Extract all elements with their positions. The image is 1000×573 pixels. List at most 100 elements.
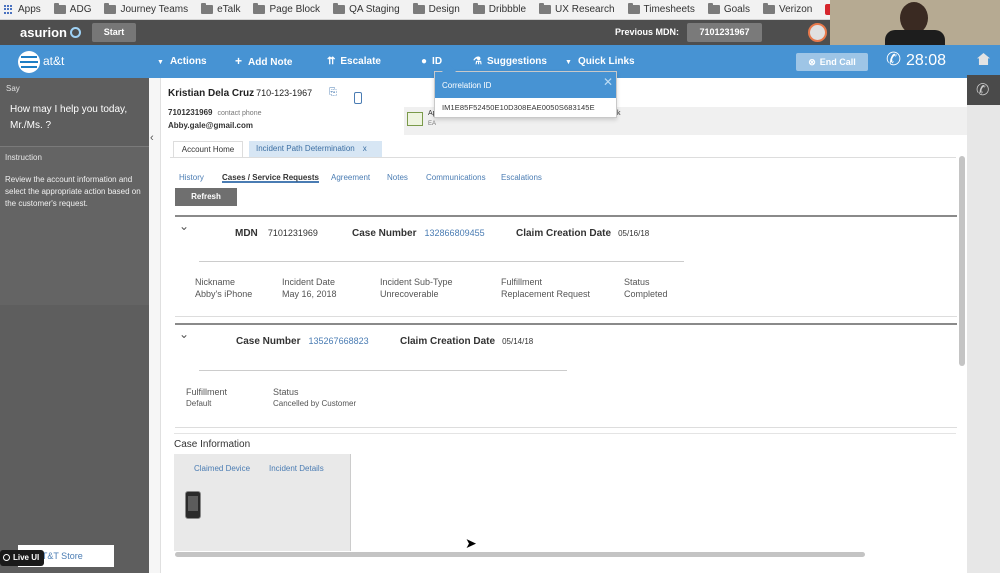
asurion-mark-icon (69, 27, 81, 38)
escalate-icon: ⇈ (327, 56, 336, 67)
subtab-escalations[interactable]: Escalations (501, 169, 542, 187)
horizontal-scrollbar[interactable] (175, 552, 865, 557)
bookmark-etalk[interactable]: eTalk (201, 3, 240, 15)
bookmark-adg[interactable]: ADG (53, 3, 92, 15)
case-card-1: ⌄ MDN 7101231969 Case Number 13286680945… (175, 215, 957, 317)
end-call-button[interactable]: ⊗ End Call (796, 53, 868, 71)
expand-chevron-icon[interactable]: ⌄ (179, 327, 189, 341)
folder-icon (333, 3, 346, 14)
tab-incident-details[interactable]: Incident Details (269, 464, 324, 473)
call-timer: 28:08 (906, 52, 947, 69)
vertical-scrollbar[interactable] (959, 156, 965, 366)
bookmark-design[interactable]: Design (412, 3, 460, 15)
case1-incident-subtype: Incident Sub-Type Unrecoverable (380, 277, 453, 299)
panel-gutter: ‹ (149, 78, 161, 573)
close-tab-icon[interactable]: x (363, 144, 367, 153)
att-globe-icon (18, 51, 40, 73)
previous-mdn-label: Previous MDN: (615, 27, 680, 37)
say-label: Say (6, 84, 20, 93)
mobile-device-icon[interactable] (354, 92, 362, 104)
subtabs: History Cases / Service Requests Agreeme… (173, 169, 953, 187)
bookmark-label: Goals (723, 4, 750, 15)
apps-grid-icon (4, 4, 14, 15)
folder-icon (472, 3, 485, 14)
case1-incident-date: Incident Date May 16, 2018 (282, 277, 337, 299)
phone-side-button[interactable]: ✆ (967, 75, 1000, 105)
plus-icon: + (235, 54, 243, 68)
person-body (885, 30, 945, 45)
bookmark-label: ADG (69, 4, 92, 15)
subtab-history[interactable]: History (179, 169, 204, 187)
home-icon (977, 53, 990, 65)
refresh-button[interactable]: Refresh (175, 188, 237, 206)
collapse-arrow-icon[interactable]: ‹ (150, 132, 154, 144)
bookmark-page-block[interactable]: Page Block (253, 3, 321, 15)
previous-mdn-value: 7101231967 (687, 23, 762, 42)
bookmark-journey-teams[interactable]: Journey Teams (104, 3, 189, 15)
bookmark-goals[interactable]: Goals (707, 3, 750, 15)
bookmark-qa-staging[interactable]: QA Staging (333, 3, 400, 15)
bookmark-label: Timesheets (643, 4, 695, 15)
bookmark-ux-research[interactable]: UX Research (539, 3, 615, 15)
case1-mdn: 7101231969 (267, 228, 318, 238)
user-avatar-icon[interactable] (808, 23, 827, 42)
say-text: How may I help you today, Mr./Ms. ? (10, 104, 128, 131)
live-ui-badge[interactable]: Live UI (0, 550, 44, 566)
case1-claim-date: Claim Creation Date 05/16/18 (516, 228, 650, 239)
case1-case-number: Case Number 132866809455 (352, 228, 485, 239)
id-icon: ● (421, 56, 428, 67)
live-dot-icon (3, 554, 10, 561)
popup-title: Correlation ID (435, 72, 616, 98)
bookmark-dribbble[interactable]: Dribbble (472, 3, 527, 15)
add-note-button[interactable]: + Add Note (235, 45, 292, 78)
bookmark-label: Apps (18, 4, 41, 15)
phone-device-icon (185, 491, 201, 519)
bookmark-label: Journey Teams (120, 4, 189, 15)
subtab-communications[interactable]: Communications (426, 169, 486, 187)
case2-case-number: Case Number 135267668823 (236, 336, 369, 347)
notice-partial-c: EA (428, 121, 437, 127)
escalate-button[interactable]: ⇈ Escalate (327, 45, 381, 78)
subtab-agreement[interactable]: Agreement (331, 169, 370, 187)
mouse-cursor-icon: ➤ (465, 535, 477, 551)
start-button[interactable]: Start (92, 23, 136, 42)
bookmark-label: Dribbble (488, 4, 527, 15)
folder-icon (104, 3, 117, 14)
subtab-notes[interactable]: Notes (387, 169, 408, 187)
carrier-name: at&t (43, 54, 65, 68)
tab-incident-path[interactable]: Incident Path Determination x (249, 141, 382, 157)
bookmark-label: QA Staging (349, 4, 400, 15)
actions-menu[interactable]: ▼ Actions (157, 45, 207, 78)
customer-email: Abby.gale@gmail.com (168, 121, 254, 130)
customer-name: Kristian Dela Cruz 710-123-1967 (168, 88, 313, 99)
case1-nickname: Nickname Abby's iPhone (195, 277, 253, 299)
copy-icon[interactable]: ⎘ (329, 87, 337, 98)
folder-icon (412, 3, 425, 14)
notice-partial-b: k (617, 110, 621, 117)
contact-phone: 7101231969 contact phone (168, 108, 262, 117)
subtab-cases[interactable]: Cases / Service Requests (222, 169, 319, 183)
separator (199, 370, 567, 371)
home-button[interactable] (967, 45, 1000, 75)
case-information: Case Information Claimed Device Incident… (174, 433, 956, 551)
correlation-id-value: IM1E85F52450E10D308EAE0050S683145E (442, 103, 595, 112)
expand-chevron-icon[interactable]: ⌄ (179, 219, 189, 233)
bookmark-timesheets[interactable]: Timesheets (627, 3, 695, 15)
bookmark-label: Design (428, 4, 460, 15)
folder-icon (201, 3, 214, 14)
main-content: Kristian Dela Cruz 710-123-1967 ⎘ 7101231… (161, 78, 967, 573)
case2-claim-date: Claim Creation Date 05/14/18 (400, 336, 534, 347)
document-icon (407, 112, 423, 126)
phone-icon: ✆ (886, 49, 902, 69)
folder-icon (253, 3, 266, 14)
caret-down-icon: ▼ (565, 59, 572, 66)
tab-account-home[interactable]: Account Home (173, 141, 243, 157)
case-card-2: ⌄ Case Number 135267668823 Claim Creatio… (175, 323, 957, 428)
bookmark-apps[interactable]: Apps (4, 4, 41, 15)
phone-icon: ✆ (976, 82, 990, 99)
close-icon[interactable]: ✕ (603, 75, 613, 89)
tab-claimed-device[interactable]: Claimed Device (194, 464, 250, 473)
caret-down-icon: ▼ (157, 59, 164, 66)
bookmark-verizon[interactable]: Verizon (762, 3, 812, 15)
bookmark-label: Page Block (269, 4, 321, 15)
